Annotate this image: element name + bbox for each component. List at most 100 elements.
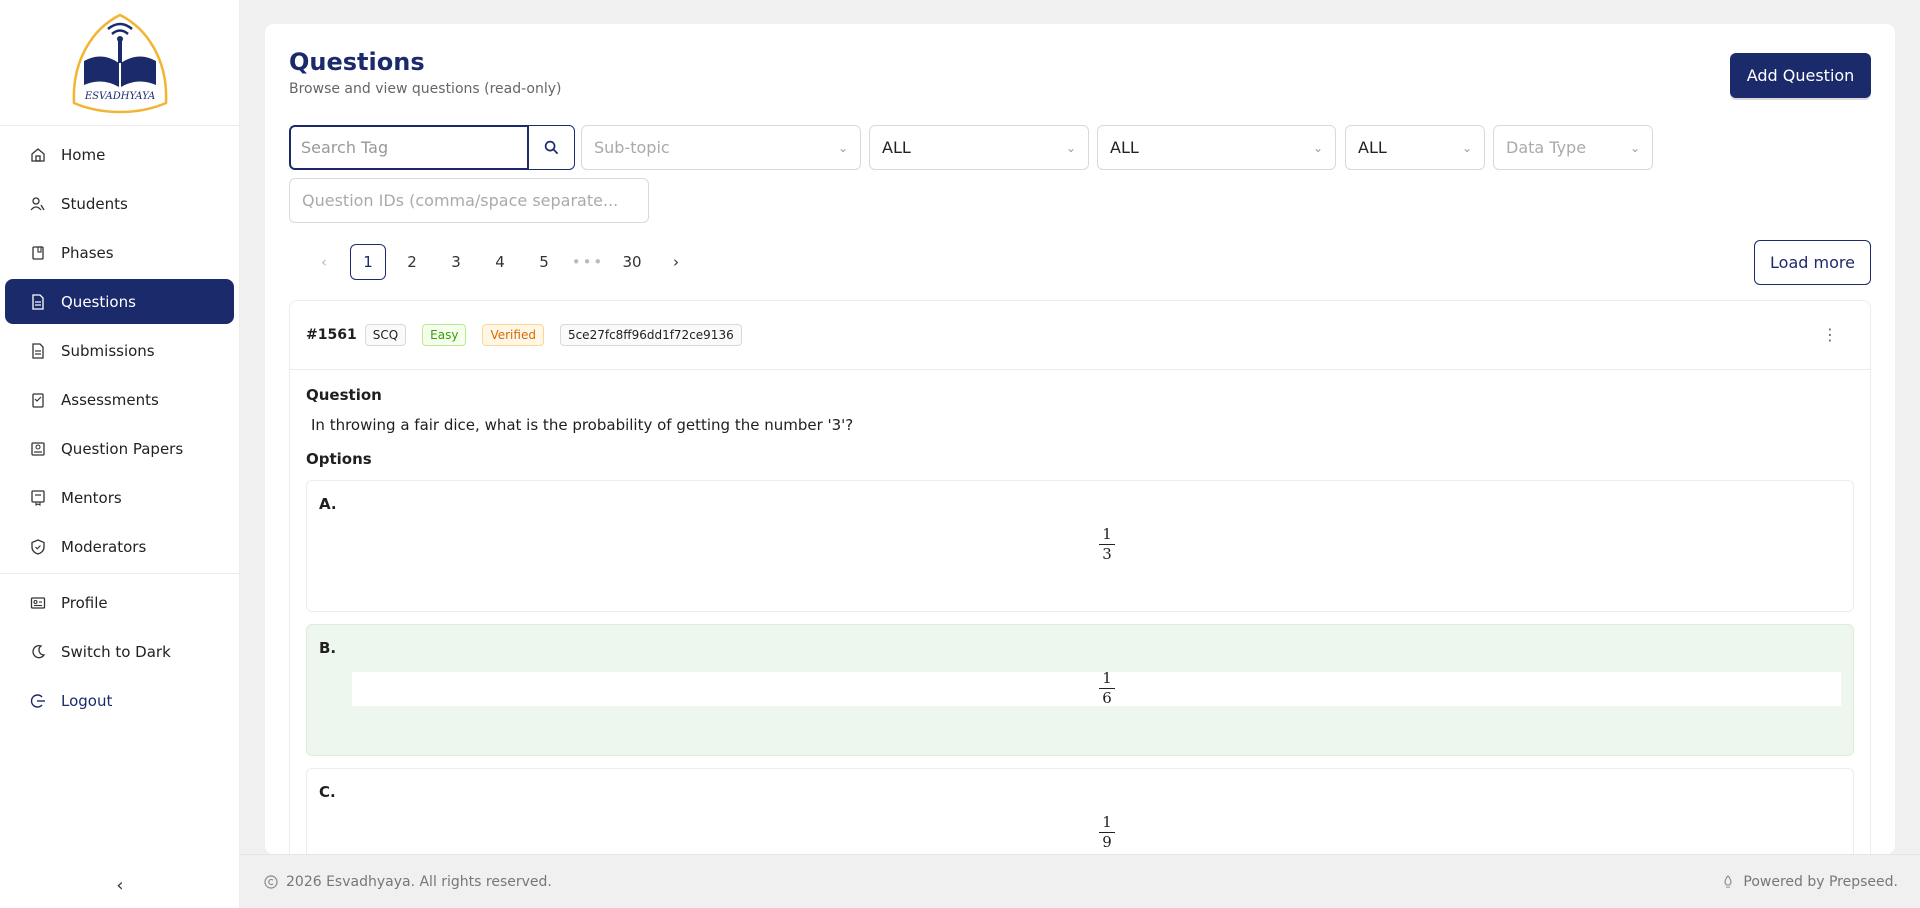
question-hash-tag: 5ce27fc8ff96dd1f72ce9136	[559, 324, 742, 346]
page-button-3[interactable]: 3	[438, 244, 474, 280]
copyright-icon	[264, 874, 278, 889]
sidebar-item-label: Phases	[61, 243, 114, 262]
question-card: #1561 SCQ Easy Verified 5ce27fc8ff96dd1f…	[289, 300, 1871, 854]
option-fraction: 1 6	[1099, 669, 1115, 708]
sidebar-item-label: Submissions	[61, 341, 155, 360]
page-button-4[interactable]: 4	[482, 244, 518, 280]
pagination: ‹ 1 2 3 4 5 ••• 30 ›	[306, 244, 702, 280]
option-content-strip	[352, 672, 1841, 706]
sidebar-item-questions[interactable]: Questions	[5, 279, 234, 324]
sidebar-item-label: Mentors	[61, 488, 122, 507]
fraction-denominator: 3	[1102, 545, 1112, 563]
fraction-denominator: 9	[1102, 833, 1112, 851]
chevron-down-icon: ⌄	[1065, 140, 1076, 155]
sidebar-item-logout[interactable]: Logout	[5, 678, 234, 723]
file-icon	[28, 292, 48, 312]
page-button-last[interactable]: 30	[614, 244, 650, 280]
page-button-1[interactable]: 1	[350, 244, 386, 280]
fraction-numerator: 1	[1099, 525, 1115, 545]
sidebar-item-label: Profile	[61, 593, 108, 612]
filter-select-2-value: ALL	[1110, 138, 1139, 157]
question-ids-placeholder: Question IDs (comma/space separate...	[302, 191, 619, 210]
sidebar-item-label: Question Papers	[61, 439, 184, 458]
page-button-5[interactable]: 5	[526, 244, 562, 280]
sidebar-item-submissions[interactable]: Submissions	[5, 328, 234, 373]
page-subtitle: Browse and view questions (read-only)	[289, 81, 562, 97]
search-tag-group: Search Tag	[289, 125, 575, 170]
chevron-down-icon: ⌄	[1312, 140, 1323, 155]
svg-text:ESVADHYAYA: ESVADHYAYA	[83, 91, 154, 102]
page-title: Questions	[289, 48, 425, 76]
sidebar-item-students[interactable]: Students	[5, 181, 234, 226]
esvadhyaya-logo[interactable]: ESVADHYAYA	[68, 11, 172, 115]
question-ids-input[interactable]: Question IDs (comma/space separate...	[289, 178, 649, 223]
option-b: B. 1 6	[306, 624, 1854, 756]
pagination-ellipsis[interactable]: •••	[570, 244, 606, 280]
filter-select-3[interactable]: ALL ⌄	[1345, 125, 1485, 170]
option-letter: C.	[319, 783, 336, 801]
sidebar-item-label: Logout	[61, 691, 113, 710]
sidebar-item-label: Assessments	[61, 390, 159, 409]
book-icon	[28, 243, 48, 263]
sidebar-item-assessments[interactable]: Assessments	[5, 377, 234, 422]
home-icon	[28, 145, 48, 165]
option-a: A. 1 3	[306, 480, 1854, 612]
next-page-button[interactable]: ›	[658, 244, 694, 280]
sidebar-item-moderators[interactable]: Moderators	[5, 524, 234, 569]
sidebar-item-label: Moderators	[61, 537, 147, 556]
filter-select-2[interactable]: ALL ⌄	[1097, 125, 1336, 170]
chevron-left-icon: ‹	[321, 253, 327, 271]
sidebar-item-label: Questions	[61, 292, 136, 311]
search-icon	[544, 140, 559, 155]
fraction-numerator: 1	[1099, 813, 1115, 833]
sidebar-nav: Home Students Phases Questions Submissio…	[0, 126, 239, 723]
filter-select-3-value: ALL	[1358, 138, 1387, 157]
prev-page-button[interactable]: ‹	[306, 244, 342, 280]
logo-container: ESVADHYAYA	[0, 0, 239, 126]
option-fraction: 1 9	[1099, 813, 1115, 852]
option-fraction: 1 3	[1099, 525, 1115, 564]
chevron-right-icon: ›	[673, 253, 679, 271]
id-card-icon	[28, 593, 48, 613]
search-tag-input[interactable]: Search Tag	[289, 125, 529, 170]
difficulty-tag: Easy	[422, 324, 467, 346]
sidebar-item-question-papers[interactable]: Question Papers	[5, 426, 234, 471]
sidebar-item-switch-theme[interactable]: Switch to Dark	[5, 629, 234, 674]
footer-copyright: 2026 Esvadhyaya. All rights reserved.	[264, 874, 552, 890]
footer: 2026 Esvadhyaya. All rights reserved. Po…	[240, 854, 1920, 908]
sidebar-divider	[0, 573, 239, 574]
page-button-2[interactable]: 2	[394, 244, 430, 280]
sidebar: ESVADHYAYA Home Students Phases Question…	[0, 0, 240, 908]
sidebar-item-label: Home	[61, 145, 106, 164]
sidebar-item-mentors[interactable]: Mentors	[5, 475, 234, 520]
data-type-placeholder: Data Type	[1506, 138, 1587, 157]
chevron-down-icon: ⌄	[837, 140, 848, 155]
moon-icon	[28, 642, 48, 662]
load-more-button[interactable]: Load more	[1754, 240, 1871, 285]
sidebar-item-profile[interactable]: Profile	[5, 580, 234, 625]
chevron-left-icon: ‹	[116, 875, 124, 896]
search-button[interactable]	[529, 125, 575, 170]
options-label: Options	[306, 450, 372, 468]
sidebar-item-label: Students	[61, 194, 128, 213]
badge-icon	[28, 488, 48, 508]
sidebar-item-home[interactable]: Home	[5, 132, 234, 177]
option-c: C. 1 9	[306, 768, 1854, 854]
collapse-sidebar-button[interactable]: ‹	[0, 875, 240, 896]
sidebar-item-label: Switch to Dark	[61, 642, 171, 661]
question-text: In throwing a fair dice, what is the pro…	[311, 416, 854, 434]
footer-powered: Powered by Prepseed.	[1721, 874, 1898, 890]
main-card: Questions Browse and view questions (rea…	[265, 24, 1895, 854]
data-type-select[interactable]: Data Type ⌄	[1493, 125, 1653, 170]
filter-select-1[interactable]: ALL ⌄	[869, 125, 1089, 170]
more-options-icon[interactable]: ⋮	[1822, 325, 1838, 344]
shield-icon	[28, 537, 48, 557]
powered-by-text: Powered by Prepseed.	[1743, 873, 1898, 890]
subtopic-select[interactable]: Sub-topic ⌄	[581, 125, 861, 170]
question-card-header: #1561 SCQ Easy Verified 5ce27fc8ff96dd1f…	[290, 301, 1870, 370]
fraction-denominator: 6	[1102, 689, 1112, 707]
sidebar-item-phases[interactable]: Phases	[5, 230, 234, 275]
status-badge: Verified	[482, 324, 544, 346]
add-question-button[interactable]: Add Question	[1730, 53, 1871, 98]
fraction-numerator: 1	[1099, 669, 1115, 689]
